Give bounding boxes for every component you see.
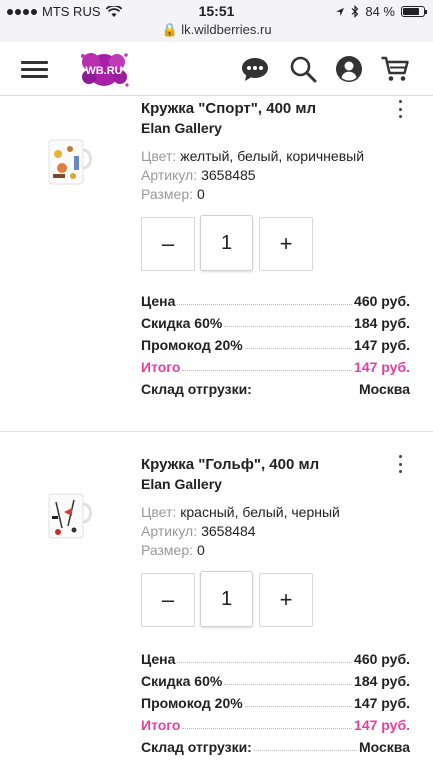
battery-percent: 84 % <box>365 4 395 19</box>
product-title[interactable]: Кружка "Гольф", 400 мл <box>141 456 319 473</box>
battery-icon <box>401 6 427 17</box>
warehouse-row: Склад отгрузки: Москва <box>141 739 410 755</box>
increase-quantity-button[interactable]: + <box>259 573 313 627</box>
product-color: Цвет: красный, белый, черный <box>141 504 340 520</box>
quantity-input[interactable]: 1 <box>200 571 253 627</box>
cart-item: Кружка "Спорт", 400 мл Elan Gallery Цвет… <box>0 96 433 431</box>
product-title[interactable]: Кружка "Спорт", 400 мл <box>141 100 316 117</box>
product-size: Размер: 0 <box>141 186 205 202</box>
chat-icon[interactable] <box>240 54 270 84</box>
more-options-icon[interactable] <box>396 455 404 473</box>
search-icon[interactable] <box>288 54 318 84</box>
discount-row: Скидка 60% 184 руб. <box>141 315 410 331</box>
product-color: Цвет: желтый, белый, коричневый <box>141 148 365 164</box>
total-row: Итого 147 руб. <box>141 359 410 375</box>
promocode-row: Промокод 20% 147 руб. <box>141 337 410 353</box>
account-icon[interactable] <box>334 54 364 84</box>
product-image[interactable] <box>44 134 94 190</box>
quantity-stepper: – 1 + <box>141 571 313 627</box>
warehouse-row: Склад отгрузки: Москва <box>141 381 410 397</box>
product-brand[interactable]: Elan Gallery <box>141 476 222 492</box>
product-article: Артикул: 3658485 <box>141 167 256 183</box>
product-size: Размер: 0 <box>141 542 205 558</box>
menu-icon[interactable] <box>21 61 48 78</box>
item-divider <box>0 431 433 432</box>
promocode-row: Промокод 20% 147 руб. <box>141 695 410 711</box>
total-row: Итого 147 руб. <box>141 717 410 733</box>
increase-quantity-button[interactable]: + <box>259 217 313 271</box>
wb-logo[interactable]: WB.RU <box>77 50 131 88</box>
quantity-input[interactable]: 1 <box>200 215 253 271</box>
product-article: Артикул: 3658484 <box>141 523 256 539</box>
decrease-quantity-button[interactable]: – <box>141 217 195 271</box>
decrease-quantity-button[interactable]: – <box>141 573 195 627</box>
product-image[interactable] <box>44 488 94 544</box>
cart-icon[interactable] <box>380 54 410 84</box>
product-brand[interactable]: Elan Gallery <box>141 120 222 136</box>
cart-item: Кружка "Гольф", 400 мл Elan Gallery Цвет… <box>0 452 433 770</box>
price-row: Цена 460 руб. <box>141 293 410 309</box>
url-text: lk.wildberries.ru <box>181 22 272 37</box>
price-row: Цена 460 руб. <box>141 651 410 667</box>
site-header: WB.RU <box>0 42 433 96</box>
address-bar[interactable]: 🔒 lk.wildberries.ru <box>0 22 433 38</box>
quantity-stepper: – 1 + <box>141 215 313 271</box>
svg-text:WB.RU: WB.RU <box>85 65 122 77</box>
status-right: 84 % <box>335 4 427 19</box>
lock-icon: 🔒 <box>161 22 178 37</box>
status-bar: MTS RUS 15:51 🔒 lk.wildberries.ru 84 % <box>0 0 433 42</box>
bluetooth-icon <box>351 5 359 18</box>
discount-row: Скидка 60% 184 руб. <box>141 673 410 689</box>
location-icon <box>336 7 345 16</box>
more-options-icon[interactable] <box>396 100 404 118</box>
